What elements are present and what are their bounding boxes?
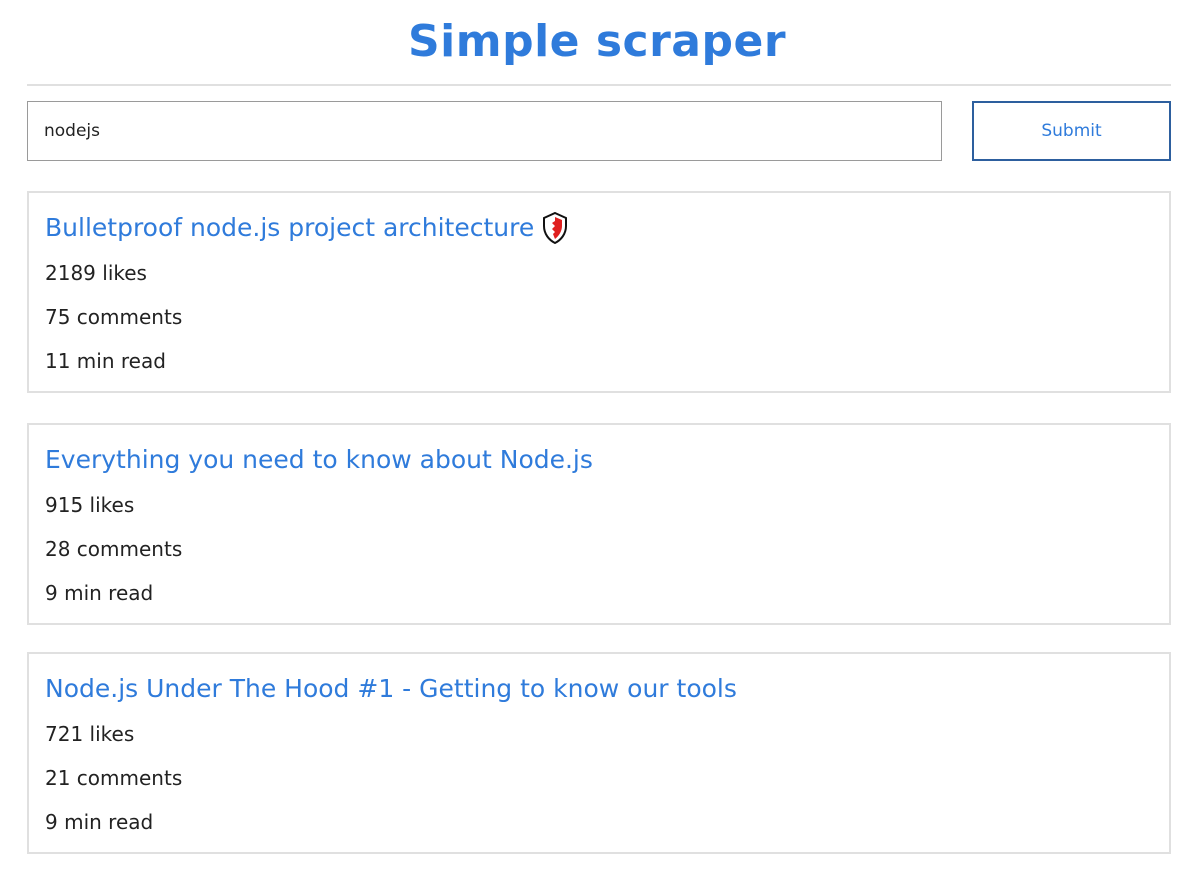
article-card: Node.js Under The Hood #1 - Getting to k…	[27, 652, 1171, 854]
article-read-time: 9 min read	[45, 810, 154, 834]
article-title-row: Node.js Under The Hood #1 - Getting to k…	[45, 672, 737, 706]
search-input[interactable]	[27, 101, 942, 161]
article-title-row: Everything you need to know about Node.j…	[45, 443, 593, 477]
article-likes: 2189 likes	[45, 261, 147, 285]
page: Simple scraper Submit Bulletproof node.j…	[0, 0, 1194, 875]
article-comments: 75 comments	[45, 305, 183, 329]
article-read-time: 11 min read	[45, 349, 166, 373]
header-divider	[27, 84, 1171, 86]
article-title-link[interactable]: Node.js Under The Hood #1 - Getting to k…	[45, 672, 737, 706]
article-likes: 915 likes	[45, 493, 135, 517]
submit-button[interactable]: Submit	[972, 101, 1171, 161]
shield-icon	[542, 211, 568, 245]
article-card: Everything you need to know about Node.j…	[27, 423, 1171, 625]
article-comments: 28 comments	[45, 537, 183, 561]
article-likes: 721 likes	[45, 722, 135, 746]
article-card: Bulletproof node.js project architecture…	[27, 191, 1171, 393]
article-title-link[interactable]: Bulletproof node.js project architecture	[45, 211, 534, 245]
article-comments: 21 comments	[45, 766, 183, 790]
article-title-row: Bulletproof node.js project architecture	[45, 211, 568, 245]
article-read-time: 9 min read	[45, 581, 154, 605]
page-title: Simple scraper	[407, 16, 787, 67]
article-title-link[interactable]: Everything you need to know about Node.j…	[45, 443, 593, 477]
